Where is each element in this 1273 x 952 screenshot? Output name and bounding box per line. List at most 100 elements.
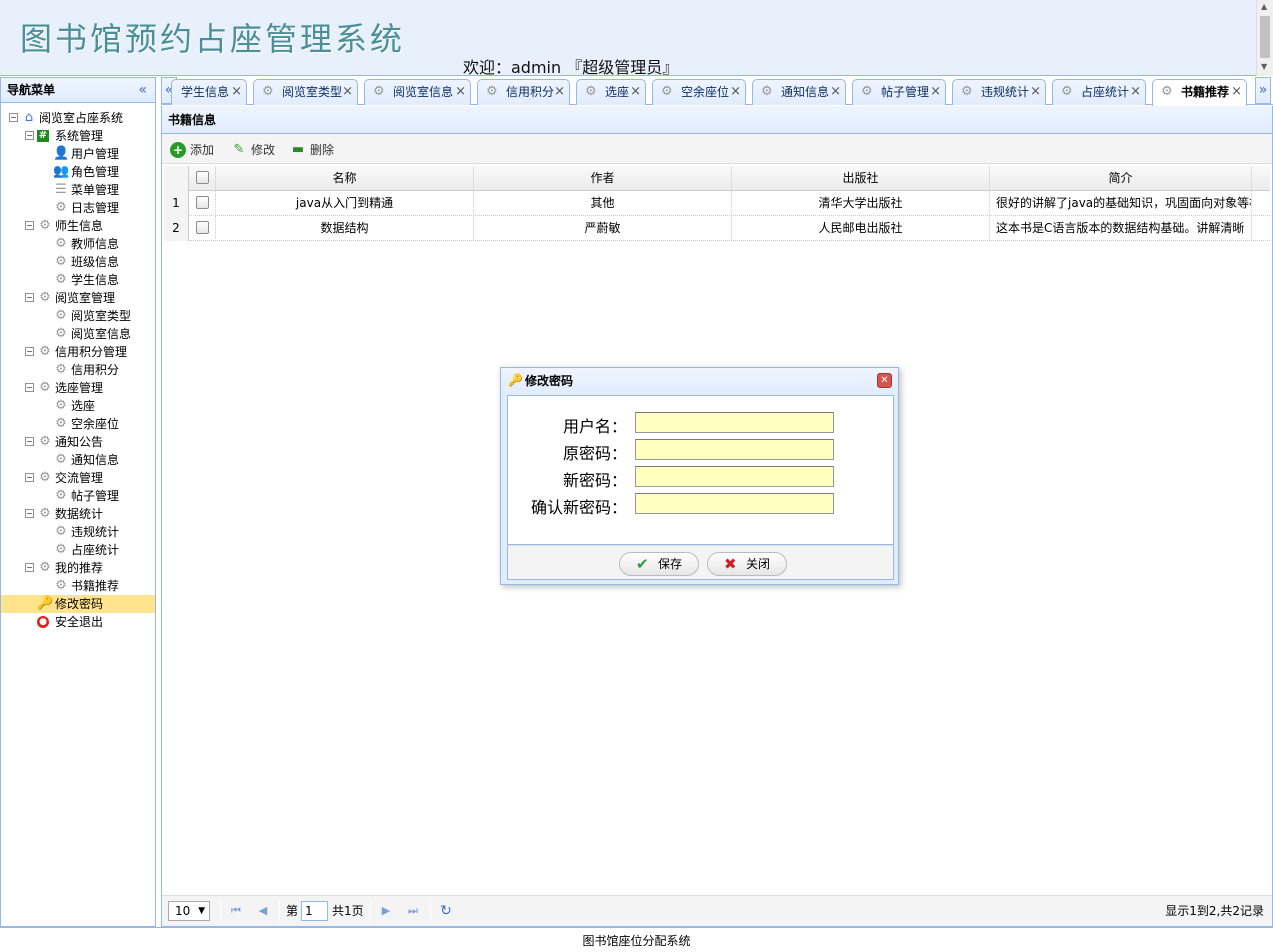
table-row[interactable]: 2 数据结构 严蔚敏 人民邮电出版社 这本书是C语言版本的数据结构基础。讲解清晰 bbox=[164, 216, 1270, 241]
tree-node[interactable]: − ⚙ 信用积分管理 bbox=[1, 343, 155, 361]
tab[interactable]: ⚙ 阅览室类型 × bbox=[253, 79, 358, 105]
prev-page-icon[interactable]: ◀ bbox=[255, 903, 271, 919]
pencil-icon: ✎ bbox=[233, 142, 245, 157]
row-checkbox[interactable] bbox=[189, 216, 216, 241]
tab-scroll-right-icon[interactable]: » bbox=[1255, 77, 1271, 104]
refresh-icon[interactable]: ↻ bbox=[438, 903, 454, 919]
delete-label: 删除 bbox=[310, 143, 335, 157]
tab-close-icon[interactable]: × bbox=[231, 80, 242, 104]
tab-close-icon[interactable]: × bbox=[1030, 80, 1041, 104]
collapse-toggle-icon[interactable]: − bbox=[25, 563, 34, 572]
tab-close-icon[interactable]: × bbox=[1130, 80, 1141, 104]
new-password-input[interactable] bbox=[635, 466, 834, 487]
gear-icon: ⚙ bbox=[55, 398, 67, 413]
tab[interactable]: ⚙ 占座统计 × bbox=[1052, 79, 1146, 105]
tab-label: 阅览室类型 bbox=[282, 85, 343, 99]
collapse-toggle-icon[interactable]: − bbox=[25, 383, 34, 392]
tab[interactable]: ⚙ 阅览室信息 × bbox=[364, 79, 471, 105]
tab-close-icon[interactable]: × bbox=[930, 80, 941, 104]
tab-close-icon[interactable]: × bbox=[630, 80, 641, 104]
tree-node[interactable]: ⚙ 违规统计 bbox=[1, 523, 155, 541]
tab[interactable]: ⚙ 信用积分 × bbox=[477, 79, 570, 105]
tree-node[interactable]: ⚙ 占座统计 bbox=[1, 541, 155, 559]
column-header-publisher[interactable]: 出版社 bbox=[732, 166, 990, 191]
save-button[interactable]: ✔ 保存 bbox=[619, 552, 699, 576]
tree-node[interactable]: ☰ 菜单管理 bbox=[1, 181, 155, 199]
collapse-toggle-icon[interactable]: − bbox=[9, 113, 18, 122]
scrollbar-thumb[interactable] bbox=[1260, 16, 1270, 58]
dialog-close-icon[interactable]: ✕ bbox=[877, 373, 892, 388]
tree-node[interactable]: ⚙ 选座 bbox=[1, 397, 155, 415]
close-button[interactable]: ✖ 关闭 bbox=[707, 552, 787, 576]
tree-node[interactable]: ⚙ 信用积分 bbox=[1, 361, 155, 379]
tree-node[interactable]: − ⚙ 师生信息 bbox=[1, 217, 155, 235]
collapse-toggle-icon[interactable]: − bbox=[25, 347, 34, 356]
collapse-toggle-icon[interactable]: − bbox=[25, 473, 34, 482]
nav-panel: 导航菜单 « − ⌂ 阅览室占座系统 − # 系统管理 👤 用户管理 👥 角色管理 ☰ 菜单管理 ⚙ 日志… bbox=[0, 77, 156, 927]
tree-node[interactable]: ⚙ 帖子管理 bbox=[1, 487, 155, 505]
tree-node[interactable]: ⚙ 阅览室信息 bbox=[1, 325, 155, 343]
tab-close-icon[interactable]: × bbox=[455, 80, 466, 104]
collapse-toggle-icon[interactable]: − bbox=[25, 221, 34, 230]
collapse-toggle-icon[interactable]: − bbox=[25, 293, 34, 302]
tab-close-icon[interactable]: × bbox=[342, 80, 353, 104]
page-size-select[interactable]: 10 ▼ bbox=[168, 901, 210, 921]
collapse-icon[interactable]: « bbox=[138, 78, 147, 103]
gear-icon: ⚙ bbox=[55, 578, 67, 593]
tab[interactable]: 学生信息 × bbox=[171, 79, 247, 105]
tab-close-icon[interactable]: × bbox=[830, 80, 841, 104]
tree-node[interactable]: − ⚙ 我的推荐 bbox=[1, 559, 155, 577]
old-password-input[interactable] bbox=[635, 439, 834, 460]
row-checkbox[interactable] bbox=[189, 191, 216, 216]
tab[interactable]: ⚙ 帖子管理 × bbox=[852, 79, 946, 105]
tree-node[interactable]: − # 系统管理 bbox=[1, 127, 155, 145]
scroll-down-icon[interactable]: ▼ bbox=[1261, 62, 1267, 71]
tree-node[interactable]: ⚙ 阅览室类型 bbox=[1, 307, 155, 325]
tree-node[interactable]: 👥 角色管理 bbox=[1, 163, 155, 181]
confirm-password-input[interactable] bbox=[635, 493, 834, 514]
tree-node[interactable]: 👤 用户管理 bbox=[1, 145, 155, 163]
tab-close-icon[interactable]: × bbox=[1231, 80, 1242, 104]
collapse-toggle-icon[interactable]: − bbox=[25, 509, 34, 518]
welcome-text: 欢迎：admin 『超级管理员』 bbox=[463, 58, 679, 77]
tree-node[interactable]: ⚙ 通知信息 bbox=[1, 451, 155, 469]
last-page-icon[interactable]: ⏭ bbox=[405, 903, 421, 919]
tab[interactable]: ⚙ 通知信息 × bbox=[752, 79, 846, 105]
column-header-intro[interactable]: 简介 bbox=[990, 166, 1252, 191]
column-header-author[interactable]: 作者 bbox=[474, 166, 732, 191]
tree-node[interactable]: ⚙ 教师信息 bbox=[1, 235, 155, 253]
tree-node[interactable]: − ⚙ 阅览室管理 bbox=[1, 289, 155, 307]
tree-node[interactable]: ⚙ 班级信息 bbox=[1, 253, 155, 271]
tree-node-label: 数据统计 bbox=[55, 507, 104, 521]
tab[interactable]: ⚙ 选座 × bbox=[576, 79, 646, 105]
tab-close-icon[interactable]: × bbox=[730, 80, 741, 104]
tab[interactable]: ⚙ 书籍推荐 × bbox=[1152, 79, 1247, 106]
first-page-icon[interactable]: ⏮ bbox=[228, 903, 244, 919]
tree-node[interactable]: ⚙ 日志管理 bbox=[1, 199, 155, 217]
page-number-input[interactable]: 1 bbox=[301, 901, 328, 921]
gear-icon: ⚙ bbox=[55, 524, 67, 539]
tree-node[interactable]: − ⚙ 通知公告 bbox=[1, 433, 155, 451]
tree-node[interactable]: ⚙ 书籍推荐 bbox=[1, 577, 155, 595]
scroll-up-icon[interactable]: ▲ bbox=[1261, 2, 1267, 11]
next-page-icon[interactable]: ▶ bbox=[378, 903, 394, 919]
collapse-toggle-icon[interactable]: − bbox=[25, 437, 34, 446]
collapse-toggle-icon[interactable]: − bbox=[25, 131, 34, 140]
window-scrollbar[interactable]: ▲ ▼ bbox=[1256, 0, 1273, 76]
username-input[interactable] bbox=[635, 412, 834, 433]
tree-node[interactable]: − ⌂ 阅览室占座系统 bbox=[1, 109, 155, 127]
tree-node[interactable]: − ⚙ 交流管理 bbox=[1, 469, 155, 487]
tree-node[interactable]: ● 安全退出 bbox=[1, 613, 155, 631]
tab[interactable]: ⚙ 空余座位 × bbox=[652, 79, 746, 105]
tab[interactable]: ⚙ 违规统计 × bbox=[952, 79, 1046, 105]
tab-close-icon[interactable]: × bbox=[554, 80, 565, 104]
gear-icon: ⚙ bbox=[861, 84, 873, 99]
select-all-checkbox[interactable] bbox=[189, 166, 216, 191]
tree-node[interactable]: ⚙ 学生信息 bbox=[1, 271, 155, 289]
tree-node[interactable]: 🔑 修改密码 bbox=[1, 595, 155, 613]
table-row[interactable]: 1 java从入门到精通 其他 清华大学出版社 很好的讲解了java的基础知识，巩固面向… bbox=[164, 191, 1270, 216]
column-header-name[interactable]: 名称 bbox=[216, 166, 474, 191]
tree-node[interactable]: − ⚙ 数据统计 bbox=[1, 505, 155, 523]
tree-node[interactable]: ⚙ 空余座位 bbox=[1, 415, 155, 433]
tree-node[interactable]: − ⚙ 选座管理 bbox=[1, 379, 155, 397]
